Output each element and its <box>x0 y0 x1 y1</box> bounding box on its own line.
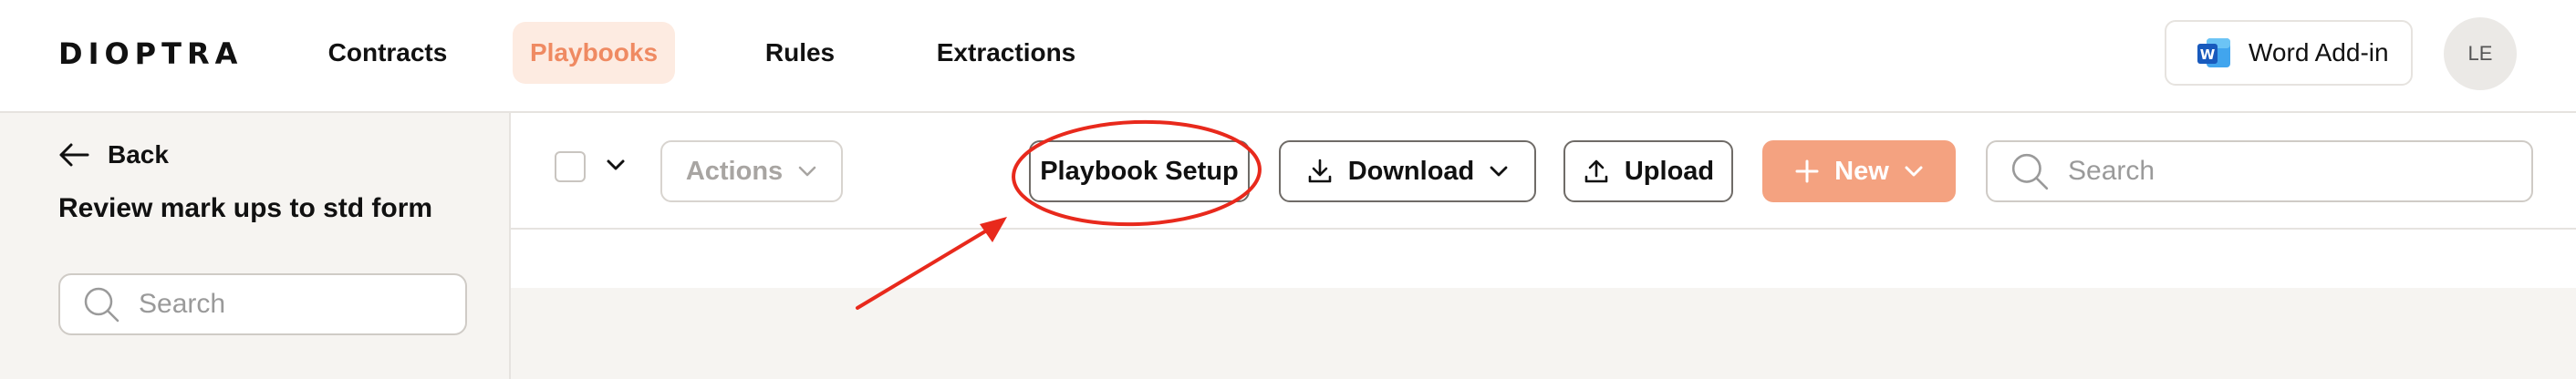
content-area <box>511 288 2576 379</box>
avatar[interactable]: LE <box>2444 17 2517 90</box>
main-content: Actions Playbook Setup Download Upload N… <box>511 113 2576 379</box>
actions-label: Actions <box>685 156 784 186</box>
word-addin-button[interactable]: W Word Add-in <box>2165 20 2413 86</box>
search-icon <box>82 285 120 323</box>
download-icon <box>1306 158 1334 185</box>
playbook-setup-label: Playbook Setup <box>1040 156 1239 186</box>
word-icon: W <box>2196 35 2232 71</box>
upload-label: Upload <box>1624 156 1715 186</box>
download-button[interactable]: Download <box>1279 140 1536 202</box>
plus-icon <box>1794 159 1820 184</box>
sidebar-search-input[interactable] <box>137 288 414 321</box>
download-label: Download <box>1347 156 1475 186</box>
new-label: New <box>1834 156 1889 186</box>
upload-icon <box>1583 158 1610 185</box>
chevron-down-icon <box>1489 161 1509 181</box>
toolbar: Actions Playbook Setup Download Upload N… <box>511 113 2576 230</box>
back-label: Back <box>108 140 169 169</box>
nav-playbooks[interactable]: Playbooks <box>513 22 675 84</box>
sidebar-search[interactable] <box>58 273 467 335</box>
select-all-checkbox[interactable] <box>555 151 586 182</box>
back-link[interactable]: Back <box>58 140 169 169</box>
main-search-input[interactable] <box>2066 155 2343 188</box>
search-icon <box>2010 151 2050 191</box>
chevron-down-icon[interactable] <box>606 155 626 175</box>
brand-logo[interactable]: DIOPTRA <box>58 36 243 71</box>
upload-button[interactable]: Upload <box>1563 140 1733 202</box>
playbook-setup-button[interactable]: Playbook Setup <box>1029 140 1250 202</box>
arrow-left-icon <box>58 142 89 168</box>
word-addin-label: Word Add-in <box>2249 38 2389 67</box>
main-search[interactable] <box>1986 140 2533 202</box>
page-title: Review mark ups to std form <box>58 193 433 223</box>
chevron-down-icon <box>1904 161 1924 181</box>
nav-rules[interactable]: Rules <box>730 22 870 84</box>
nav-extractions[interactable]: Extractions <box>923 22 1089 84</box>
top-bar: DIOPTRA Contracts Playbooks Rules Extrac… <box>0 0 2576 113</box>
svg-text:W: W <box>2200 46 2216 63</box>
actions-dropdown[interactable]: Actions <box>660 140 843 202</box>
sidebar: Back Review mark ups to std form <box>0 113 511 379</box>
nav-contracts[interactable]: Contracts <box>310 22 465 84</box>
chevron-down-icon <box>797 161 817 181</box>
new-button[interactable]: New <box>1762 140 1956 202</box>
